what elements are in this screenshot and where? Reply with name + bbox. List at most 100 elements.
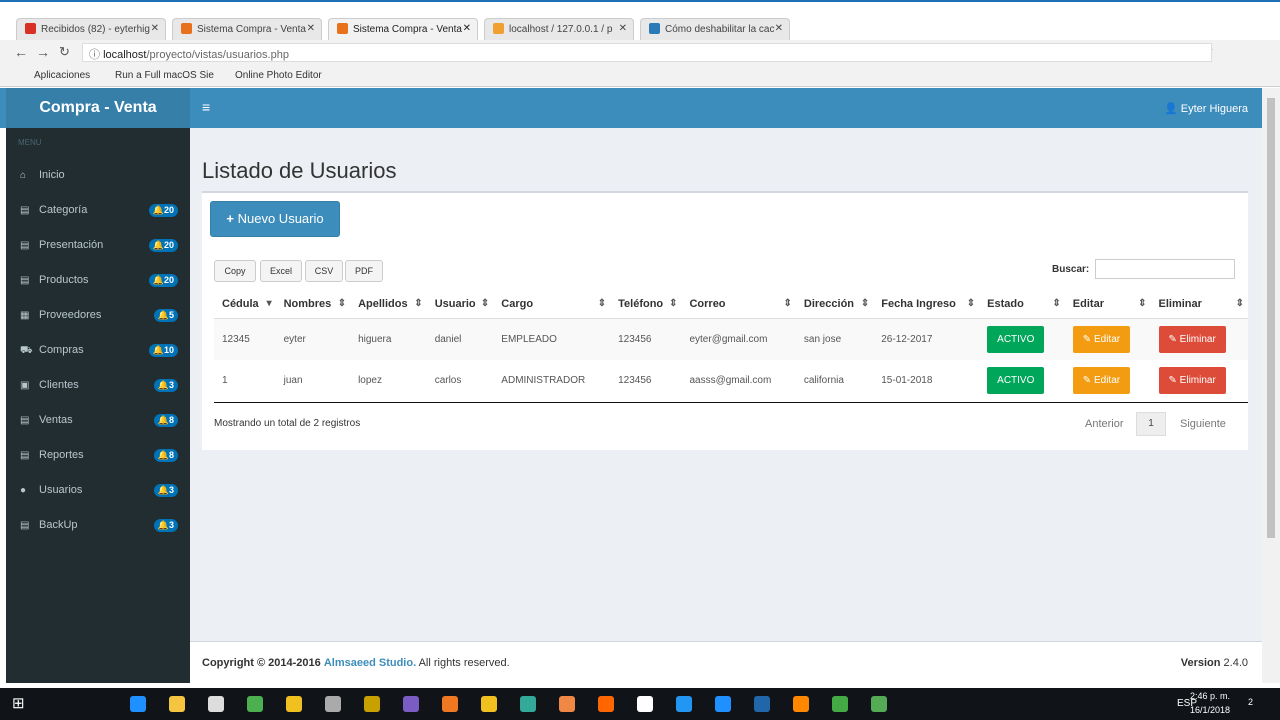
start-icon[interactable]: ⊞ <box>12 694 25 712</box>
badge-count: 20 <box>163 275 174 285</box>
sidebar-item-inicio[interactable]: ⌂ Inicio <box>6 158 190 193</box>
pagination-next[interactable]: Siguiente <box>1180 418 1226 430</box>
bookmark-apps[interactable]: Aplicaciones <box>34 70 90 81</box>
taskbar-app-icon[interactable] <box>169 696 185 712</box>
clock-date[interactable]: 16/1/2018 <box>1190 705 1230 715</box>
sidebar-item-label: Clientes <box>39 379 79 391</box>
pagination-previous[interactable]: Anterior <box>1085 418 1124 430</box>
column-label: Apellidos <box>358 297 408 310</box>
scrollbar[interactable] <box>1262 88 1280 683</box>
column-header[interactable]: Dirección ⇕ <box>795 290 874 319</box>
taskbar-app-icon[interactable] <box>715 696 731 712</box>
column-header[interactable]: Eliminar ⇕ <box>1150 290 1248 319</box>
search-input[interactable] <box>1095 259 1235 279</box>
sidebar-item-presentación[interactable]: ▤ Presentación 🔔20 <box>6 228 190 263</box>
list-icon: ▤ <box>20 275 30 286</box>
taskbar-app-icon[interactable] <box>637 696 653 712</box>
taskbar-app-icon[interactable] <box>364 696 380 712</box>
taskbar-app-icon[interactable] <box>871 696 887 712</box>
column-header[interactable]: Teléfono ⇕ <box>610 290 682 319</box>
taskbar-app-icon[interactable] <box>676 696 692 712</box>
reload-icon[interactable]: ↻ <box>59 44 70 60</box>
sort-icon: ⇕ <box>860 297 870 309</box>
button-label: Eliminar <box>1179 333 1216 345</box>
browser-tab[interactable]: Recibidos (82) - eyterhig ✕ <box>16 18 166 42</box>
taskbar: ⊞ ESP 2:46 p. m. 16/1/2018 2 <box>0 688 1280 720</box>
taskbar-app-icon[interactable] <box>520 696 536 712</box>
taskbar-app-icon[interactable] <box>832 696 848 712</box>
column-header[interactable]: Cargo ⇕ <box>493 290 611 319</box>
page-title: Listado de Usuarios <box>202 158 397 183</box>
company-link[interactable]: Almsaeed Studio. <box>324 657 416 669</box>
sidebar-item-label: Compras <box>39 344 84 356</box>
column-header[interactable]: Fecha Ingreso ⇕ <box>873 290 980 319</box>
column-header[interactable]: Correo ⇕ <box>681 290 796 319</box>
column-header[interactable]: Apellidos ⇕ <box>350 290 427 319</box>
sidebar-item-label: Presentación <box>39 239 104 251</box>
sidebar-toggle-icon[interactable]: ≡ <box>202 99 210 115</box>
close-tab-icon[interactable]: ✕ <box>307 23 315 34</box>
forward-icon[interactable]: → <box>36 44 50 60</box>
taskbar-app-icon[interactable] <box>559 696 575 712</box>
column-header[interactable]: Usuario ⇕ <box>426 290 494 319</box>
taskbar-app-icon[interactable] <box>247 696 263 712</box>
bookmark-macos[interactable]: Run a Full macOS Sie <box>115 70 214 81</box>
table-cell: lopez <box>350 360 427 403</box>
sidebar-item-backup[interactable]: ▤ BackUp 🔔3 <box>6 508 190 543</box>
sidebar-badge: 🔔20 <box>148 239 178 252</box>
pagination-page-1[interactable]: 1 <box>1136 412 1166 436</box>
close-tab-icon[interactable]: ✕ <box>775 23 783 34</box>
button-label: Eliminar <box>1179 375 1216 387</box>
column-header[interactable]: Editar ⇕ <box>1064 290 1151 319</box>
browser-tab[interactable]: Sistema Compra - Venta ✕ <box>328 18 478 42</box>
pdf-button[interactable]: PDF <box>345 260 383 282</box>
browser-tab[interactable]: localhost / 127.0.0.1 / p ✕ <box>484 18 634 42</box>
csv-button[interactable]: CSV <box>305 260 343 282</box>
sidebar-item-reportes[interactable]: ▤ Reportes 🔔8 <box>6 438 190 473</box>
app-logo[interactable]: Compra - Venta <box>6 88 190 128</box>
footer: Copyright © 2014-2016 Almsaeed Studio. A… <box>190 641 1262 683</box>
browser-tab[interactable]: Sistema Compra - Venta ✕ <box>172 18 322 42</box>
sidebar-item-categoría[interactable]: ▤ Categoría 🔔20 <box>6 193 190 228</box>
taskbar-app-icon[interactable] <box>130 696 146 712</box>
taskbar-app-icon[interactable] <box>208 696 224 712</box>
taskbar-app-icon[interactable] <box>442 696 458 712</box>
excel-button[interactable]: Excel <box>260 260 302 282</box>
taskbar-app-icon[interactable] <box>286 696 302 712</box>
delete-button[interactable]: ✎ Eliminar <box>1158 367 1226 395</box>
sidebar-badge: 🔔20 <box>148 204 178 217</box>
edit-button[interactable]: ✎ Editar <box>1072 325 1131 353</box>
delete-button[interactable]: ✎ Eliminar <box>1158 325 1226 353</box>
taskbar-app-icon[interactable] <box>793 696 809 712</box>
taskbar-app-icon[interactable] <box>325 696 341 712</box>
sidebar-item-ventas[interactable]: ▤ Ventas 🔔8 <box>6 403 190 438</box>
taskbar-app-icon[interactable] <box>403 696 419 712</box>
address-bar[interactable]: ⓘ localhost/proyecto/vistas/usuarios.php <box>82 43 1212 62</box>
close-tab-icon[interactable]: ✕ <box>151 23 159 34</box>
list-icon: ▤ <box>20 450 30 461</box>
taskbar-app-icon[interactable] <box>754 696 770 712</box>
sidebar-item-compras[interactable]: ⛟ Compras 🔔10 <box>6 333 190 368</box>
new-user-button[interactable]: + Nuevo Usuario <box>210 201 340 237</box>
copy-button[interactable]: Copy <box>214 260 256 282</box>
close-tab-icon[interactable]: ✕ <box>619 23 627 34</box>
edit-button[interactable]: ✎ Editar <box>1072 367 1131 395</box>
notifications-count[interactable]: 2 <box>1248 697 1253 707</box>
column-header[interactable]: Nombres ⇕ <box>275 290 351 319</box>
sort-icon: ⇕ <box>1052 297 1061 309</box>
browser-tab[interactable]: Cómo deshabilitar la cac ✕ <box>640 18 790 42</box>
sidebar-item-clientes[interactable]: ▣ Clientes 🔔3 <box>6 368 190 403</box>
bookmark-photo-editor[interactable]: Online Photo Editor <box>235 70 322 81</box>
close-tab-icon[interactable]: ✕ <box>463 23 471 34</box>
taskbar-app-icon[interactable] <box>598 696 614 712</box>
column-header[interactable]: Cédula ▾ <box>214 290 276 319</box>
column-header[interactable]: Estado ⇕ <box>979 290 1065 319</box>
sidebar-item-productos[interactable]: ▤ Productos 🔔20 <box>6 263 190 298</box>
back-icon[interactable]: ← <box>14 44 28 60</box>
clock-time[interactable]: 2:46 p. m. <box>1190 691 1230 701</box>
button-label: ACTIVO <box>997 333 1035 345</box>
user-menu[interactable]: 👤 Eyter Higuera <box>1164 102 1248 115</box>
sidebar-item-proveedores[interactable]: ▦ Proveedores 🔔5 <box>6 298 190 333</box>
sidebar-item-usuarios[interactable]: ● Usuarios 🔔3 <box>6 473 190 508</box>
taskbar-app-icon[interactable] <box>481 696 497 712</box>
